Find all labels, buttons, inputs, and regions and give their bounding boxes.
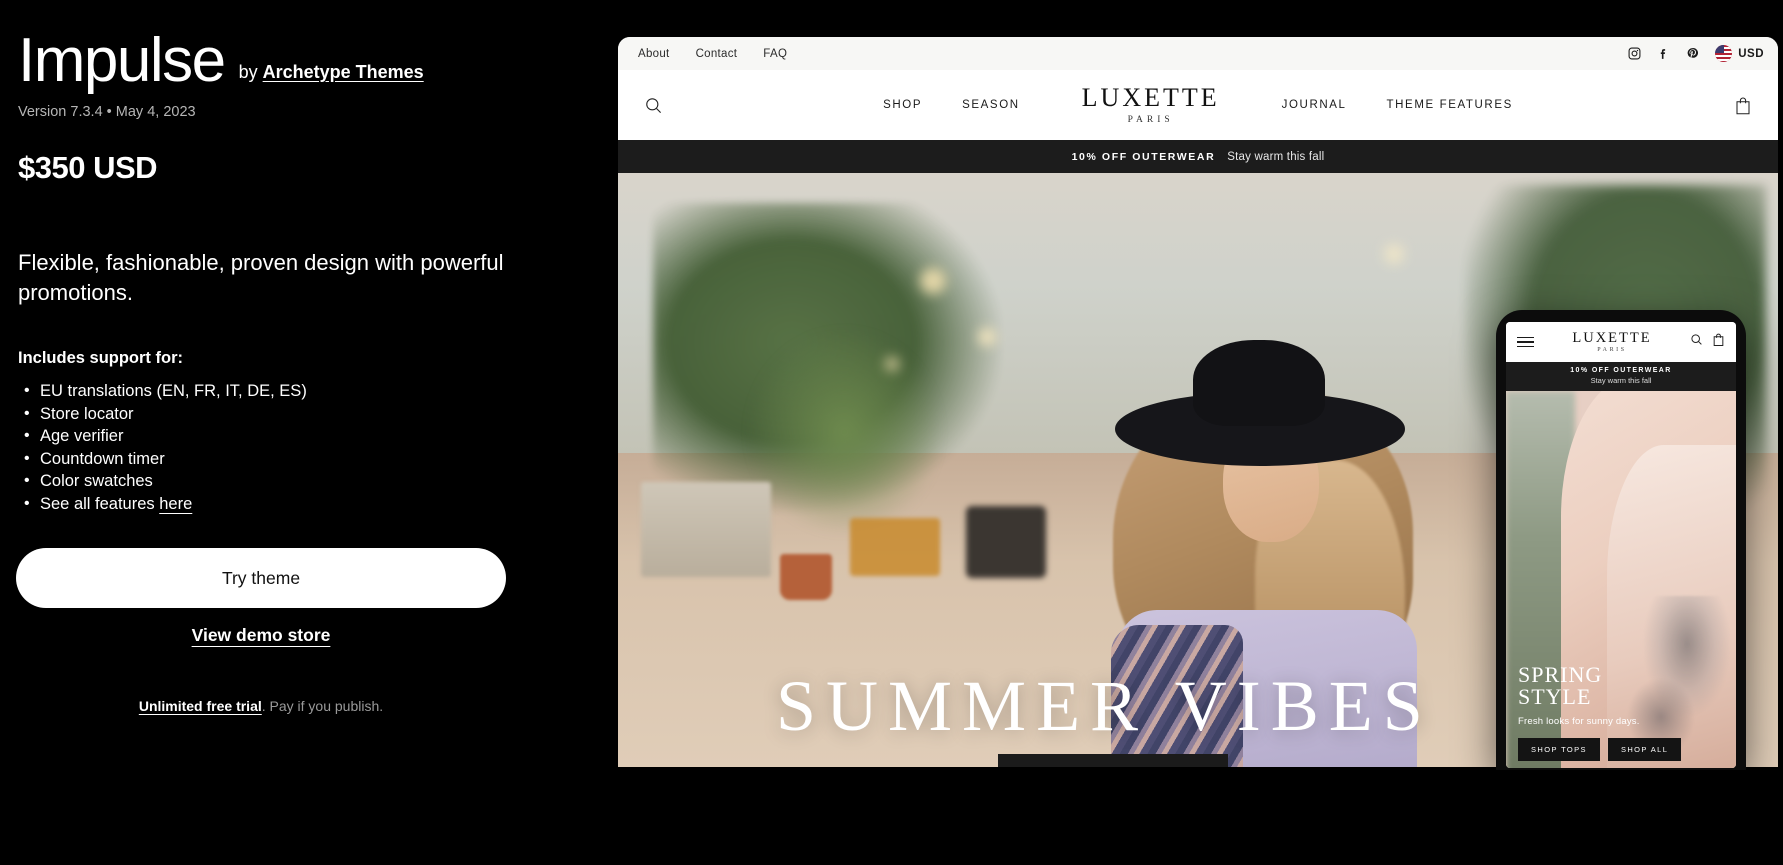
free-trial-rest: . Pay if you publish.: [261, 698, 384, 714]
utility-link-contact[interactable]: Contact: [696, 48, 738, 60]
theme-listing-page: Impulse by Archetype Themes Version 7.3.…: [0, 0, 1783, 865]
list-item-see-all-features: See all features here: [18, 493, 582, 516]
includes-heading: Includes support for:: [18, 349, 183, 368]
promo-subtext: Stay warm this fall: [1227, 150, 1325, 163]
page-title: Impulse: [18, 26, 226, 95]
mobile-screen: LUXETTE PARIS 10% OFF OUTERWEAR Stay war…: [1506, 322, 1736, 768]
mobile-hero-copy: SPRING STYLE Fresh looks for sunny days.…: [1518, 662, 1682, 761]
listing-details-panel: Impulse by Archetype Themes Version 7.3.…: [0, 0, 600, 865]
mobile-hero-line1: SPRING: [1518, 662, 1603, 687]
free-trial-link[interactable]: Unlimited free trial: [139, 698, 262, 714]
try-theme-button[interactable]: Try theme: [16, 548, 506, 608]
feature-list: EU translations (EN, FR, IT, DE, ES) Sto…: [18, 380, 582, 515]
nav-item-theme-features[interactable]: THEME FEATURES: [1387, 99, 1513, 111]
utility-right: USD: [1628, 45, 1764, 62]
list-item: Age verifier: [18, 425, 582, 448]
mobile-promo-banner: 10% OFF OUTERWEAR Stay warm this fall: [1506, 362, 1736, 391]
mobile-store-logo-sub: PARIS: [1597, 347, 1627, 354]
view-demo-store-link[interactable]: View demo store: [16, 625, 506, 646]
byline: by Archetype Themes: [239, 62, 424, 92]
mobile-nav-icons: [1690, 332, 1725, 352]
list-item: Store locator: [18, 403, 582, 426]
author-link[interactable]: Archetype Themes: [263, 62, 424, 82]
nav-items: SHOP SEASON LUXETTE PARIS JOURNAL THEME …: [618, 83, 1778, 126]
mobile-navigation: LUXETTE PARIS: [1506, 322, 1736, 362]
free-trial-note: Unlimited free trial. Pay if you publish…: [16, 698, 506, 714]
main-navigation: SHOP SEASON LUXETTE PARIS JOURNAL THEME …: [618, 70, 1778, 140]
byline-prefix: by: [238, 62, 258, 82]
utility-link-faq[interactable]: FAQ: [763, 48, 787, 60]
mobile-hero-buttons: SHOP TOPS SHOP ALL: [1518, 738, 1682, 761]
hero-headline: SUMMER VIBES: [776, 666, 1433, 746]
promo-headline: 10% OFF OUTERWEAR: [1071, 150, 1216, 163]
store-logo[interactable]: LUXETTE PARIS: [1081, 83, 1220, 126]
us-flag-icon: [1715, 45, 1733, 62]
mobile-preview: LUXETTE PARIS 10% OFF OUTERWEAR Stay war…: [1496, 310, 1746, 770]
see-all-features-text: See all features: [40, 494, 160, 513]
currency-label: USD: [1738, 47, 1764, 60]
store-logo-name: LUXETTE: [1081, 83, 1220, 112]
cart-icon[interactable]: [1712, 332, 1725, 352]
nav-item-shop[interactable]: SHOP: [883, 99, 922, 111]
mobile-hero-section: SPRING STYLE Fresh looks for sunny days.…: [1506, 391, 1736, 768]
list-item: Color swatches: [18, 470, 582, 493]
mobile-promo-subtext: Stay warm this fall: [1590, 376, 1652, 385]
mobile-hero-line2: STYLE: [1518, 684, 1592, 709]
tagline: Flexible, fashionable, proven design wit…: [18, 250, 504, 305]
title-row: Impulse by Archetype Themes: [18, 30, 582, 92]
utility-links: About Contact FAQ: [638, 48, 787, 60]
list-item: EU translations (EN, FR, IT, DE, ES): [18, 380, 582, 403]
shop-tops-button[interactable]: SHOP TOPS: [1518, 738, 1600, 761]
promo-banner: 10% OFF OUTERWEAR Stay warm this fall: [618, 140, 1778, 173]
mobile-hero-subtext: Fresh looks for sunny days.: [1518, 716, 1640, 727]
mobile-store-logo-name: LUXETTE: [1572, 329, 1652, 346]
version-date: Version 7.3.4 • May 4, 2023: [18, 104, 196, 120]
see-all-features-link[interactable]: here: [159, 495, 192, 513]
currency-selector[interactable]: USD: [1715, 45, 1764, 62]
utility-bar: About Contact FAQ USD: [618, 37, 1778, 70]
hamburger-icon[interactable]: [1517, 333, 1534, 351]
instagram-icon[interactable]: [1628, 47, 1641, 60]
facebook-icon[interactable]: [1657, 47, 1670, 60]
mobile-promo-headline: 10% OFF OUTERWEAR: [1570, 367, 1672, 374]
search-icon[interactable]: [1690, 333, 1703, 351]
utility-link-about[interactable]: About: [638, 48, 670, 60]
pinterest-icon[interactable]: [1686, 47, 1699, 60]
list-item: Countdown timer: [18, 448, 582, 471]
mobile-store-logo[interactable]: LUXETTE PARIS: [1534, 331, 1690, 354]
nav-item-journal[interactable]: JOURNAL: [1282, 99, 1347, 111]
shop-all-button[interactable]: SHOP ALL: [1607, 738, 1682, 761]
price: $350 USD: [18, 150, 158, 185]
nav-item-season[interactable]: SEASON: [962, 99, 1020, 111]
store-logo-sub: PARIS: [1127, 115, 1174, 125]
